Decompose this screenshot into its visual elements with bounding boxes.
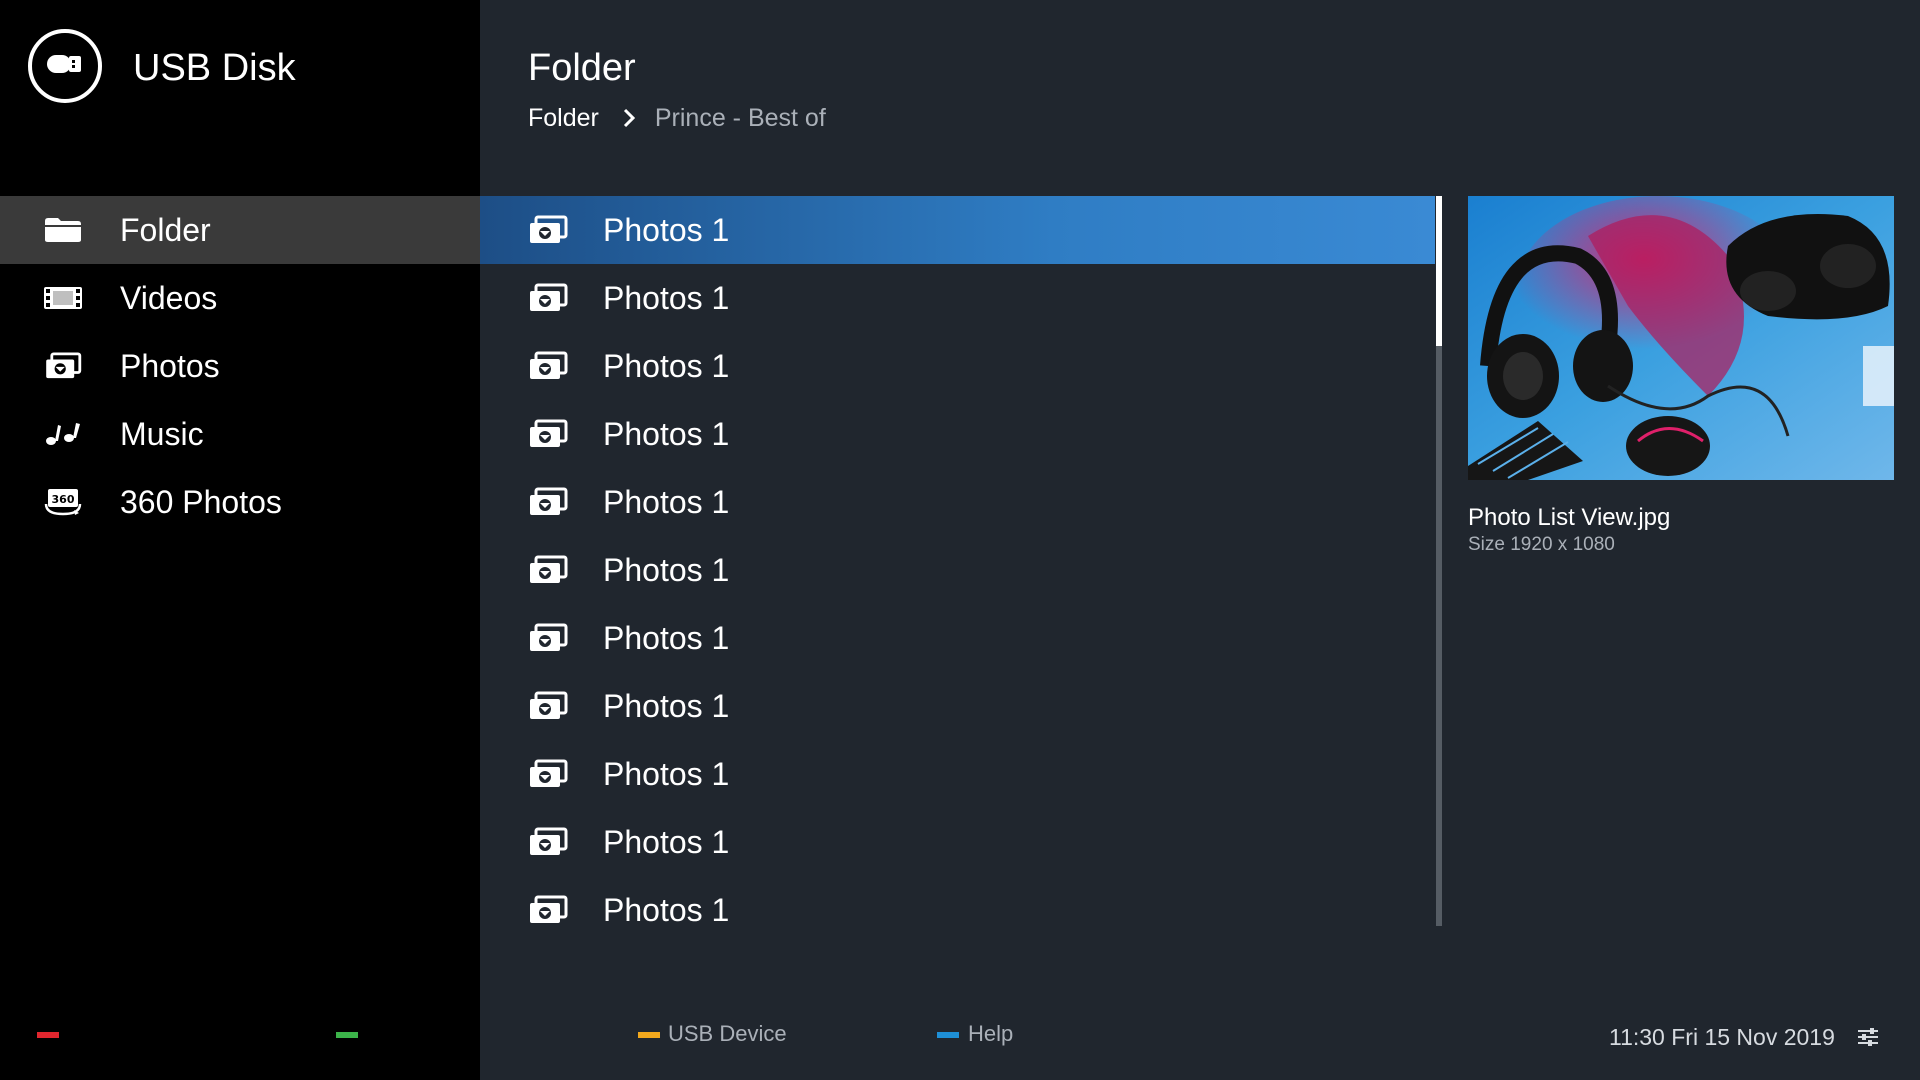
sidebar-item-videos[interactable]: Videos (0, 264, 480, 332)
yellow-key-indicator (638, 1032, 660, 1038)
sidebar-item-label: Photos (120, 348, 220, 384)
scrollbar-thumb[interactable] (1436, 196, 1442, 346)
list-item-label: Photos 1 (603, 484, 730, 520)
list-item-label: Photos 1 (603, 280, 730, 316)
list-item-label: Photos 1 (603, 416, 730, 452)
usb-device-hint[interactable]: USB Device (668, 1020, 787, 1048)
list-item[interactable]: Photos 1 (480, 196, 1435, 264)
preview-file-size: Size 1920 x 1080 (1468, 534, 1615, 555)
breadcrumb-root[interactable]: Folder (528, 104, 599, 133)
photos-icon (528, 283, 568, 313)
blue-key-indicator (937, 1032, 959, 1038)
sidebar-item-label: Music (120, 416, 204, 452)
settings-sliders-icon[interactable] (1857, 1027, 1879, 1047)
app-title: USB Disk (133, 47, 296, 89)
photos-icon (528, 759, 568, 789)
photos-icon (528, 555, 568, 585)
photo-360-icon: 360 (44, 489, 82, 516)
chevron-right-icon (623, 108, 635, 128)
list-item[interactable]: Photos 1 (480, 672, 1435, 740)
list-item[interactable]: Photos 1 (480, 808, 1435, 876)
photos-icon (528, 623, 568, 653)
list-item[interactable]: Photos 1 (480, 400, 1435, 468)
list-item[interactable]: Photos 1 (480, 468, 1435, 536)
music-note-icon (44, 421, 82, 447)
list-item-label: Photos 1 (603, 824, 730, 860)
sidebar-item-label: Videos (120, 280, 218, 316)
breadcrumb: Folder Prince - Best of (528, 100, 826, 136)
photos-icon (528, 827, 568, 857)
list-item[interactable]: Photos 1 (480, 264, 1435, 332)
photos-icon (528, 487, 568, 517)
list-item-label: Photos 1 (603, 552, 730, 588)
list-item[interactable]: Photos 1 (480, 536, 1435, 604)
sidebar-nav: Folder Videos Photos Music 360 360 Photo… (0, 196, 480, 536)
file-list: Photos 1 Photos 1 Photos 1 Photos 1 Phot… (480, 196, 1435, 946)
list-item[interactable]: Photos 1 (480, 876, 1435, 944)
photos-icon (528, 419, 568, 449)
list-item-label: Photos 1 (603, 212, 730, 248)
photos-icon (44, 352, 82, 379)
photos-icon (528, 691, 568, 721)
folder-icon (44, 217, 82, 243)
breadcrumb-current: Prince - Best of (654, 103, 826, 132)
list-item-label: Photos 1 (603, 892, 730, 928)
photos-icon (528, 351, 568, 381)
list-item-label: Photos 1 (603, 620, 730, 656)
sidebar-item-label: 360 Photos (120, 484, 282, 520)
preview-image (1468, 196, 1894, 480)
help-hint[interactable]: Help (968, 1020, 1013, 1048)
preview-file-name: Photo List View.jpg (1468, 504, 1671, 531)
list-item[interactable]: Photos 1 (480, 332, 1435, 400)
sidebar-item-photos[interactable]: Photos (0, 332, 480, 400)
sidebar: USB Disk Folder Videos Photos Music 360 … (0, 0, 480, 1080)
list-item[interactable]: Photos 1 (480, 740, 1435, 808)
sidebar-item-folder[interactable]: Folder (0, 196, 480, 264)
list-item-label: Photos 1 (603, 348, 730, 384)
list-item-label: Photos 1 (603, 756, 730, 792)
svg-text:360: 360 (52, 493, 75, 506)
main-panel: Folder Folder Prince - Best of Photos 1 … (480, 0, 1920, 1080)
sidebar-item-label: Folder (120, 212, 211, 248)
sidebar-item-360-photos[interactable]: 360 360 Photos (0, 468, 480, 536)
green-key-indicator (336, 1032, 358, 1038)
film-icon (44, 285, 82, 311)
red-key-indicator (37, 1032, 59, 1038)
list-item-label: Photos 1 (603, 688, 730, 724)
list-item[interactable]: Photos 1 (480, 604, 1435, 672)
photos-icon (528, 215, 568, 245)
photos-icon (528, 895, 568, 925)
sidebar-item-music[interactable]: Music (0, 400, 480, 468)
usb-drive-icon (28, 29, 102, 103)
clock: 11:30 Fri 15 Nov 2019 (1609, 1024, 1835, 1050)
page-title: Folder (528, 47, 636, 89)
